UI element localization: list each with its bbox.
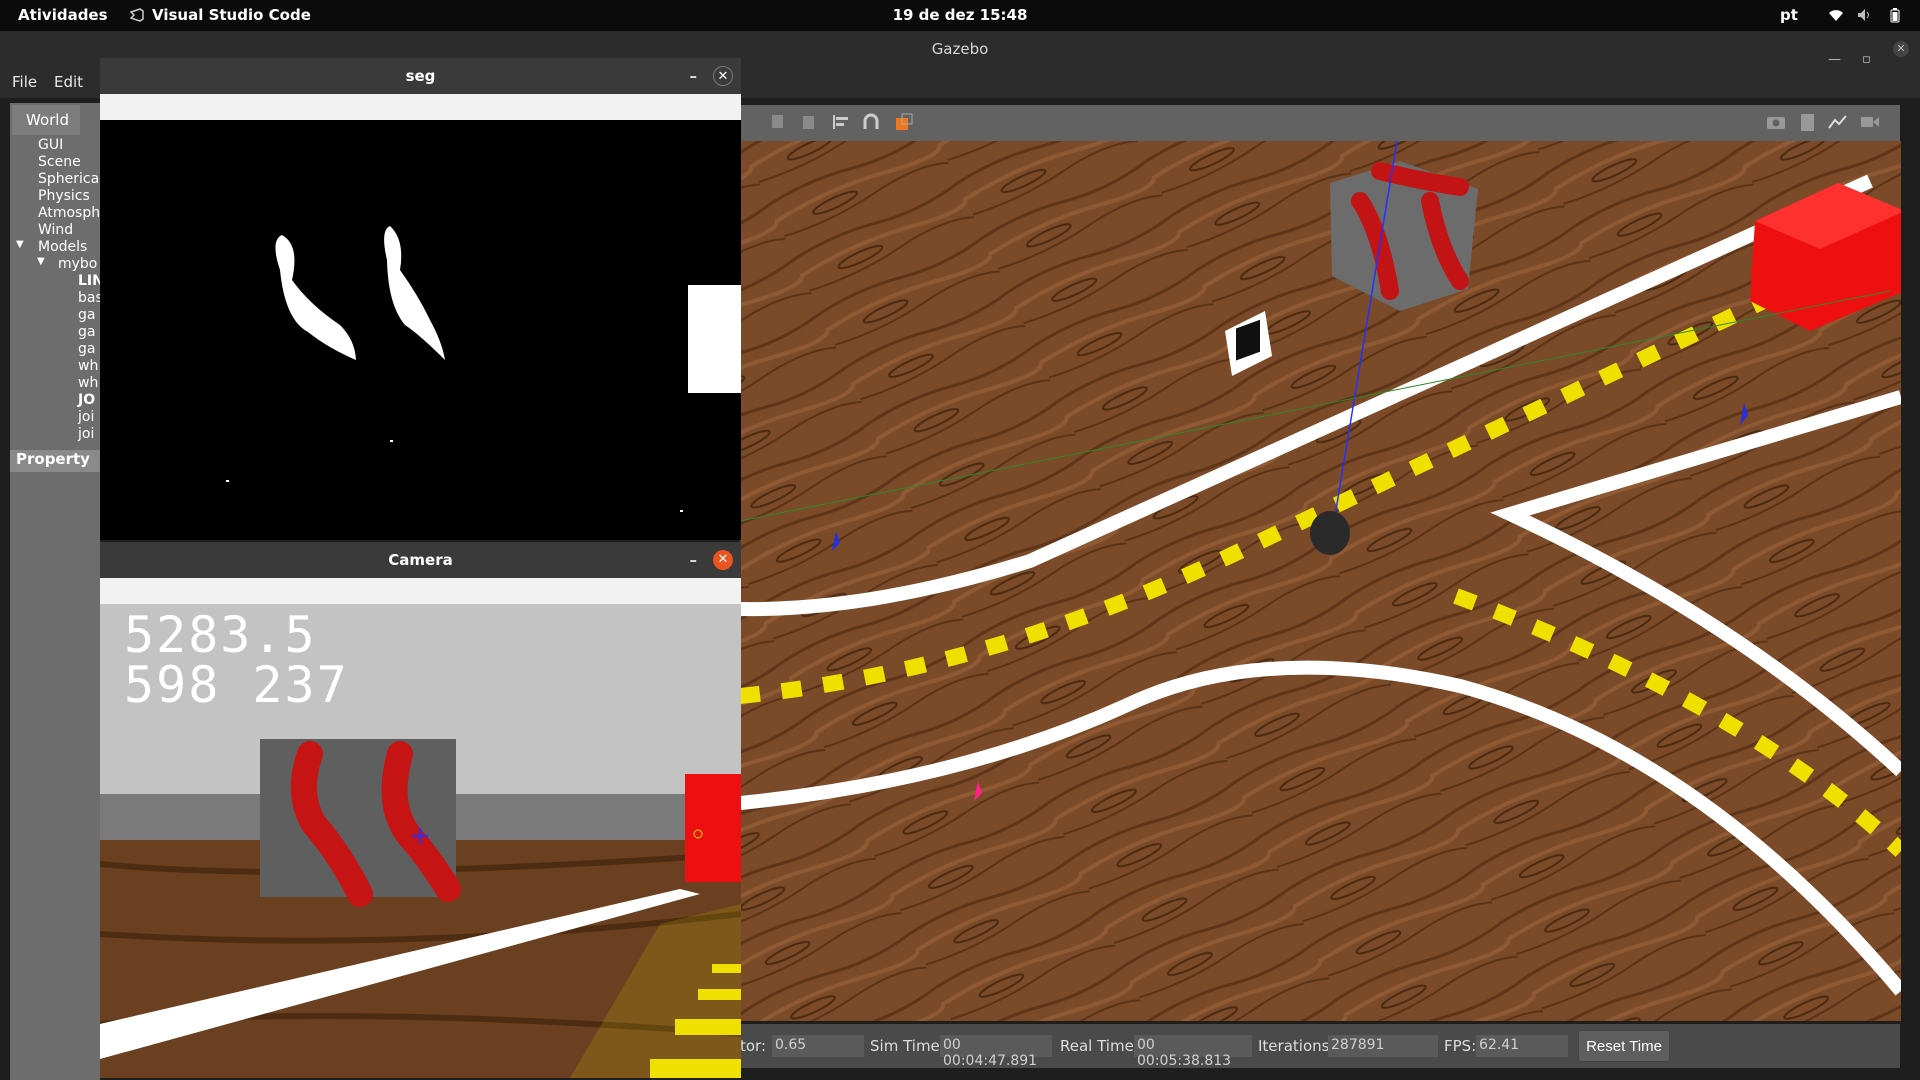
tree-item[interactable]: ga: [78, 324, 95, 340]
minimize-icon[interactable]: –: [690, 58, 698, 94]
fps-label: FPS:: [1444, 1037, 1477, 1055]
camera-overlay-value-2: 598 237: [124, 656, 349, 714]
battery-icon[interactable]: [1890, 8, 1900, 27]
tree-item[interactable]: mybo: [58, 256, 97, 272]
expand-arrow-icon[interactable]: ▼: [37, 256, 45, 267]
tree-item[interactable]: GUI: [38, 137, 63, 153]
tree-item[interactable]: wh: [78, 358, 98, 374]
snap-icon[interactable]: [862, 113, 882, 133]
change-view-icon[interactable]: [894, 113, 914, 133]
tree-item[interactable]: joi: [78, 426, 94, 442]
tree-item[interactable]: Atmosph: [38, 205, 100, 221]
property-header: Property: [10, 450, 100, 472]
real-time-value: 00 00:05:38.813: [1134, 1035, 1252, 1069]
camera-toolbar-strip: [100, 578, 741, 604]
segmentation-image: [100, 120, 741, 540]
tree-item[interactable]: wh: [78, 375, 98, 391]
wifi-icon[interactable]: [1828, 8, 1844, 26]
clock[interactable]: 19 de dez 15:48: [0, 6, 1920, 24]
menu-file[interactable]: File: [12, 73, 37, 91]
iterations-value: 287891: [1328, 1035, 1438, 1057]
paste-icon[interactable]: [800, 113, 820, 133]
seg-toolbar-strip: [100, 94, 741, 120]
seg-window: seg – ✕: [100, 58, 741, 540]
video-record-icon[interactable]: [1860, 113, 1880, 133]
close-icon[interactable]: ✕: [713, 550, 733, 570]
camera-image: 5283.5 598 237: [100, 604, 741, 1078]
screenshot-icon[interactable]: [1766, 113, 1786, 133]
reset-time-button[interactable]: Reset Time: [1578, 1030, 1670, 1062]
tree-item[interactable]: Spherical: [38, 171, 103, 187]
camera-window: Camera – ✕ 5283.5 598 237: [100, 542, 741, 1078]
world-panel: World GUI Scene Spherical Physics Atmosp…: [10, 103, 104, 1080]
camera-titlebar[interactable]: Camera – ✕: [100, 542, 741, 578]
close-icon[interactable]: ✕: [1893, 41, 1909, 57]
fps-value: 62.41: [1476, 1035, 1568, 1057]
real-time-label: Real Time:: [1060, 1037, 1139, 1055]
window-title: Gazebo: [931, 40, 989, 58]
plot-icon[interactable]: [1828, 113, 1848, 133]
factor-label: tor:: [740, 1037, 767, 1055]
tree-item[interactable]: ga: [78, 341, 95, 357]
log-icon[interactable]: [1798, 113, 1818, 133]
sim-time-label: Sim Time:: [870, 1037, 945, 1055]
camera-title: Camera: [388, 551, 453, 569]
toolbar: [740, 105, 1900, 141]
close-icon[interactable]: ✕: [713, 66, 733, 86]
tree-item[interactable]: joi: [78, 409, 94, 425]
expand-arrow-icon[interactable]: ▼: [16, 239, 24, 250]
tab-world[interactable]: World: [12, 105, 80, 135]
segmentation-mask: [226, 226, 741, 512]
tree-item[interactable]: JO: [78, 392, 95, 408]
minimize-icon[interactable]: –: [690, 542, 698, 578]
tree-item[interactable]: Wind: [38, 222, 73, 238]
seg-titlebar[interactable]: seg – ✕: [100, 58, 741, 94]
factor-value: 0.65: [772, 1035, 864, 1057]
status-bar: tor: 0.65 Sim Time: 00 00:04:47.891 Real…: [740, 1024, 1900, 1069]
sim-time-value: 00 00:04:47.891: [940, 1035, 1052, 1069]
scene-render: [740, 141, 1901, 1021]
gazebo-3d-viewport[interactable]: [740, 141, 1901, 1021]
tree-item[interactable]: Physics: [38, 188, 90, 204]
copy-icon[interactable]: [770, 113, 790, 133]
tree-item[interactable]: Models: [38, 239, 87, 255]
tree-item[interactable]: ga: [78, 307, 95, 323]
keyboard-language[interactable]: pt: [1780, 6, 1798, 24]
seg-title: seg: [405, 67, 436, 85]
menu-edit[interactable]: Edit: [54, 73, 83, 91]
volume-icon[interactable]: [1857, 8, 1873, 26]
align-icon[interactable]: [832, 113, 852, 133]
system-top-bar: Atividades Visual Studio Code 19 de dez …: [0, 0, 1920, 31]
tree-item[interactable]: Scene: [38, 154, 81, 170]
iterations-label: Iterations:: [1258, 1037, 1335, 1055]
